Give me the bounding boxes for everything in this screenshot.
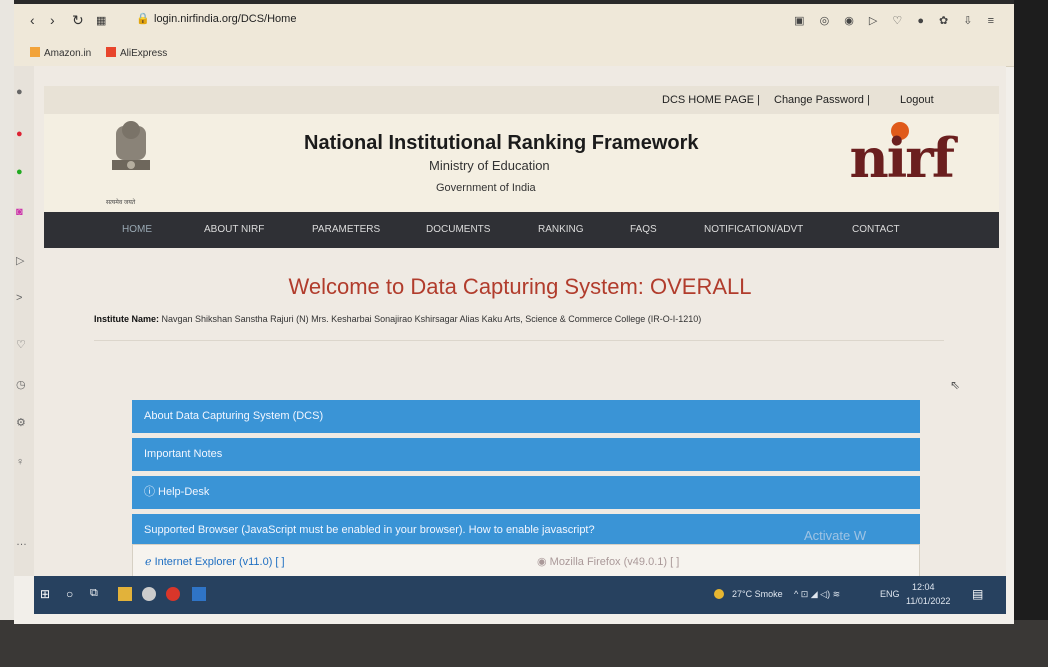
site-title: National Institutional Ranking Framework bbox=[304, 132, 699, 154]
nav-faqs[interactable]: FAQS bbox=[630, 224, 657, 235]
nav-parameters[interactable]: PARAMETERS bbox=[312, 224, 380, 235]
history-icon[interactable]: ◷ bbox=[16, 378, 26, 391]
file-explorer-icon[interactable] bbox=[118, 587, 132, 601]
clock-date[interactable]: 11/01/2022 bbox=[906, 596, 950, 606]
top-links-bar: DCS HOME PAGE | Change Password | Logout bbox=[44, 86, 999, 114]
screen-bezel-left bbox=[0, 0, 14, 667]
aliexpress-icon bbox=[106, 47, 116, 57]
emblem-caption: सत्यमेव जयते bbox=[106, 200, 136, 206]
mouse-cursor-icon: ⇖ bbox=[950, 378, 961, 392]
ministry-label: Ministry of Education bbox=[429, 158, 550, 173]
activate-windows-watermark: Activate W bbox=[804, 528, 867, 543]
bookmark-aliexpress[interactable]: AliExpress bbox=[106, 47, 167, 59]
windows-start-icon[interactable]: ⊞ bbox=[40, 587, 54, 601]
nirf-logo[interactable]: nirf bbox=[850, 126, 955, 190]
sidebar-icon-4[interactable]: ◙ bbox=[16, 206, 23, 218]
nav-notification[interactable]: NOTIFICATION/ADVT bbox=[704, 224, 803, 235]
panel-help-desk[interactable]: ⓘ Help-Desk bbox=[132, 476, 920, 509]
sidebar-icon-3[interactable]: ● bbox=[16, 166, 23, 178]
settings-icon[interactable]: ⚙ bbox=[16, 416, 26, 429]
address-bar: ‹ › ↻ ▦ 🔒 login.nirfindia.org/DCS/Home ▣… bbox=[14, 4, 1014, 42]
desk-background bbox=[0, 620, 1048, 667]
panel-supported-browser[interactable]: Supported Browser (JavaScript must be en… bbox=[132, 514, 920, 547]
supported-browsers: ℯ Internet Explorer (v11.0) [ ] ◉ Mozill… bbox=[132, 544, 920, 580]
main-nav: HOME ABOUT NIRF PARAMETERS DOCUMENTS RAN… bbox=[44, 212, 999, 248]
monitor-screen: ‹ › ↻ ▦ 🔒 login.nirfindia.org/DCS/Home ▣… bbox=[14, 4, 1014, 624]
sidebar-icon-6[interactable]: > bbox=[16, 292, 22, 304]
firefox-link[interactable]: ◉ Mozilla Firefox (v49.0.1) [ ] bbox=[537, 555, 679, 568]
panel-about-dcs[interactable]: About Data Capturing System (DCS) bbox=[132, 400, 920, 433]
dcs-home-link[interactable]: DCS HOME PAGE | bbox=[662, 94, 760, 106]
weather-icon[interactable] bbox=[714, 589, 724, 599]
welcome-heading: Welcome to Data Capturing System: OVERAL… bbox=[288, 274, 752, 299]
nav-contact[interactable]: CONTACT bbox=[852, 224, 900, 235]
heart-icon[interactable]: ♡ bbox=[16, 338, 26, 351]
site-header: सत्यमेव जयते National Institutional Rank… bbox=[44, 114, 999, 212]
grid-icon[interactable]: ▦ bbox=[96, 14, 106, 27]
back-icon[interactable]: ‹ bbox=[30, 12, 35, 28]
web-page: DCS HOME PAGE | Change Password | Logout… bbox=[34, 66, 1006, 580]
clock-time[interactable]: 12:04 bbox=[912, 582, 935, 592]
institute-label: Institute Name: bbox=[94, 314, 160, 324]
store-icon[interactable] bbox=[192, 587, 206, 601]
sidebar-icon-5[interactable]: ▷ bbox=[16, 254, 24, 267]
amazon-icon bbox=[30, 47, 40, 57]
url-field[interactable]: login.nirfindia.org/DCS/Home bbox=[154, 13, 296, 25]
logout-link[interactable]: Logout bbox=[900, 94, 934, 106]
bookmarks-bar: Amazon.in AliExpress bbox=[14, 42, 1014, 67]
sidebar-icon-2[interactable]: ● bbox=[16, 128, 23, 140]
nav-about-nirf[interactable]: ABOUT NIRF bbox=[204, 224, 264, 235]
app-icon[interactable] bbox=[142, 587, 156, 601]
government-label: Government of India bbox=[436, 182, 536, 194]
tray-icons[interactable]: ^ ⊡ ◢ ◁) ≋ bbox=[794, 589, 840, 600]
search-icon[interactable]: ○ bbox=[66, 587, 80, 601]
national-emblem-icon bbox=[112, 121, 150, 170]
forward-icon[interactable]: › bbox=[50, 12, 55, 28]
nav-home[interactable]: HOME bbox=[122, 224, 152, 235]
bookmark-amazon[interactable]: Amazon.in bbox=[30, 47, 91, 59]
nav-ranking[interactable]: RANKING bbox=[538, 224, 584, 235]
language-indicator[interactable]: ENG bbox=[880, 589, 900, 599]
nav-documents[interactable]: DOCUMENTS bbox=[426, 224, 490, 235]
weather-text[interactable]: 27°C Smoke bbox=[732, 589, 783, 599]
bulb-icon[interactable]: ♀ bbox=[16, 456, 24, 468]
task-view-icon[interactable]: ⧉ bbox=[90, 587, 104, 601]
opera-icon[interactable] bbox=[166, 587, 180, 601]
change-password-link[interactable]: Change Password | bbox=[774, 94, 870, 106]
panel-important-notes[interactable]: Important Notes bbox=[132, 438, 920, 471]
notification-icon[interactable]: ▤ bbox=[972, 587, 986, 601]
institute-value: Navgan Shikshan Sanstha Rajuri (N) Mrs. … bbox=[161, 314, 702, 324]
windows-taskbar: ⊞ ○ ⧉ 27°C Smoke ^ ⊡ ◢ ◁) ≋ ENG 12:04 11… bbox=[34, 576, 1006, 614]
institute-name: Institute Name: Navgan Shikshan Sanstha … bbox=[94, 314, 701, 324]
reload-icon[interactable]: ↻ bbox=[72, 12, 84, 29]
browser-sidebar: ● ● ● ◙ ▷ > ♡ ◷ ⚙ ♀ … bbox=[14, 66, 34, 576]
extension-icons[interactable]: ▣ ◎ ◉ ▷ ♡ ● ✿ ⇩ ≡ bbox=[794, 14, 1000, 27]
more-icon[interactable]: … bbox=[16, 536, 27, 548]
screen-bezel-right bbox=[1014, 0, 1048, 667]
divider bbox=[94, 340, 944, 341]
lock-icon: 🔒 bbox=[136, 13, 150, 25]
ie-link[interactable]: ℯ Internet Explorer (v11.0) [ ] bbox=[145, 555, 285, 568]
sidebar-icon-1[interactable]: ● bbox=[16, 86, 23, 98]
